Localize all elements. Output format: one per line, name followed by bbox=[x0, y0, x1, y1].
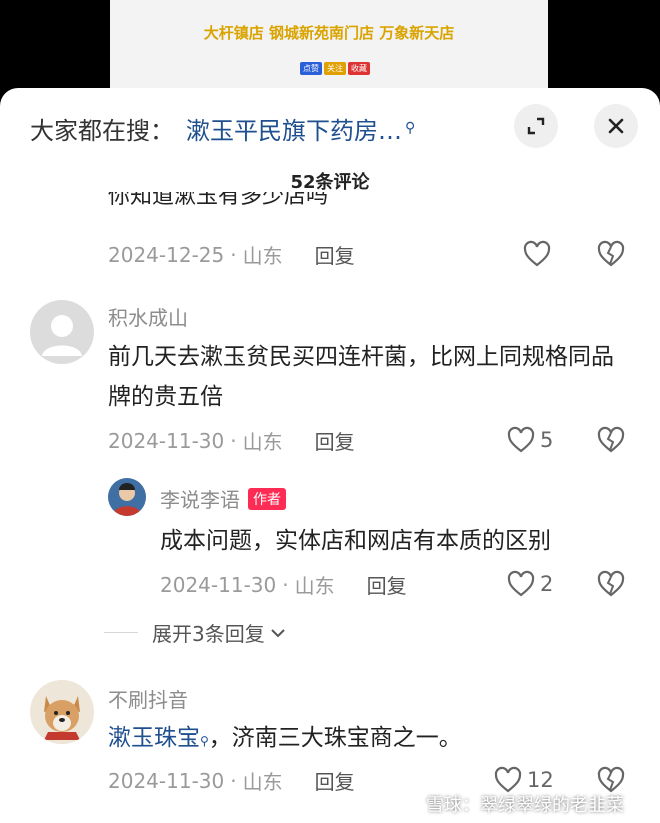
dog-avatar-icon bbox=[30, 680, 94, 744]
like-button[interactable]: 12 bbox=[493, 766, 554, 794]
dislike-button[interactable] bbox=[596, 240, 626, 268]
reply-button[interactable]: 回复 bbox=[315, 766, 355, 795]
dislike-button[interactable] bbox=[596, 426, 626, 454]
close-button[interactable] bbox=[594, 104, 638, 148]
snowball-logo-icon bbox=[401, 794, 421, 814]
video-badge: 收藏 bbox=[348, 62, 370, 75]
dislike-button[interactable] bbox=[596, 766, 626, 794]
comment-date: 2024-11-30 bbox=[108, 768, 225, 793]
video-badge: 点赞 bbox=[300, 62, 322, 75]
search-term-link[interactable]: 漱玉珠宝 bbox=[108, 725, 200, 751]
author-avatar-icon bbox=[108, 478, 146, 516]
comments-sheet: 大家都在搜： 漱玉平民旗下药房… ⚲ 52条评论 你知道漱玉有多少店吗 2024… bbox=[0, 88, 660, 823]
like-button[interactable]: 2 bbox=[506, 570, 553, 598]
heart-icon bbox=[507, 570, 535, 597]
reply-button[interactable]: 回复 bbox=[315, 426, 355, 455]
comment-text-clipped: 你知道漱玉有多少店吗 bbox=[108, 192, 329, 209]
reply-button[interactable]: 回复 bbox=[367, 570, 407, 599]
expand-button[interactable] bbox=[514, 104, 558, 148]
reply-button[interactable]: 回复 bbox=[315, 240, 355, 269]
video-badge: 关注 bbox=[324, 62, 346, 75]
comment-meta: 2024-11-30 · 山东 回复 bbox=[108, 766, 355, 795]
broken-heart-icon bbox=[597, 570, 625, 597]
avatar[interactable] bbox=[30, 680, 94, 744]
expand-replies-label: 展开3条回复 bbox=[152, 622, 265, 646]
search-prefix: 大家都在搜： bbox=[30, 116, 174, 145]
reply-meta: 2024-11-30 · 山东 回复 bbox=[160, 570, 407, 599]
heart-icon bbox=[494, 766, 522, 793]
comment-text: 前几天去漱玉贫民买四连杆菌，比网上同规格同品牌的贵五倍 bbox=[108, 344, 614, 410]
close-icon bbox=[608, 118, 624, 134]
expand-icon bbox=[527, 117, 545, 135]
comment-text: 漱玉珠宝⚲，济南三大珠宝商之一。 bbox=[108, 725, 462, 751]
comment-location: 山东 bbox=[242, 770, 283, 794]
like-button[interactable] bbox=[522, 240, 552, 268]
heart-icon bbox=[507, 426, 535, 453]
comment-count: 52条评论 bbox=[290, 172, 370, 193]
comment-location: 山东 bbox=[242, 430, 283, 454]
video-banner-text: 大杆镇店 钢城新苑南门店 万象新天店 bbox=[203, 24, 455, 42]
comment-meta: 2024-12-25 · 山东 回复 bbox=[108, 240, 355, 269]
like-count: 12 bbox=[527, 768, 554, 792]
reply-username[interactable]: 李说李语 作者 bbox=[160, 484, 286, 513]
like-count: 5 bbox=[540, 428, 554, 452]
reply-date: 2024-11-30 bbox=[160, 572, 277, 597]
broken-heart-icon bbox=[597, 240, 625, 267]
dislike-button[interactable] bbox=[596, 570, 626, 598]
comment-meta: 2024-11-30 · 山东 回复 bbox=[108, 426, 355, 455]
like-button[interactable]: 5 bbox=[506, 426, 553, 454]
heart-icon bbox=[523, 240, 551, 267]
search-suggestion[interactable]: 大家都在搜： 漱玉平民旗下药房… ⚲ bbox=[30, 110, 415, 146]
comment-location: 山东 bbox=[242, 244, 283, 268]
search-icon: ⚲ bbox=[200, 734, 209, 748]
watermark-text: 雪球：翠绿翠绿的老韭菜 bbox=[426, 795, 624, 816]
broken-heart-icon bbox=[597, 766, 625, 793]
reply-text: 成本问题，实体店和网店有本质的区别 bbox=[160, 528, 551, 554]
comment-date: 2024-12-25 bbox=[108, 242, 225, 267]
search-term-link[interactable]: 漱玉平民旗下药房… bbox=[186, 111, 402, 146]
avatar[interactable] bbox=[30, 300, 94, 364]
comment-username[interactable]: 不刷抖音 bbox=[108, 684, 188, 713]
reply-location: 山东 bbox=[294, 574, 335, 598]
divider bbox=[104, 632, 138, 633]
author-badge: 作者 bbox=[248, 488, 286, 510]
comment-username[interactable]: 积水成山 bbox=[108, 302, 188, 331]
avatar[interactable] bbox=[108, 478, 146, 516]
search-icon: ⚲ bbox=[405, 120, 416, 136]
broken-heart-icon bbox=[597, 426, 625, 453]
like-count: 2 bbox=[540, 572, 554, 596]
default-avatar-icon bbox=[42, 315, 82, 356]
video-badges: 点赞 关注 收藏 bbox=[300, 62, 370, 75]
comment-date: 2024-11-30 bbox=[108, 428, 225, 453]
watermark: 雪球：翠绿翠绿的老韭菜 bbox=[400, 791, 624, 817]
chevron-down-icon bbox=[271, 628, 285, 637]
expand-replies-button[interactable]: 展开3条回复 bbox=[104, 618, 287, 647]
